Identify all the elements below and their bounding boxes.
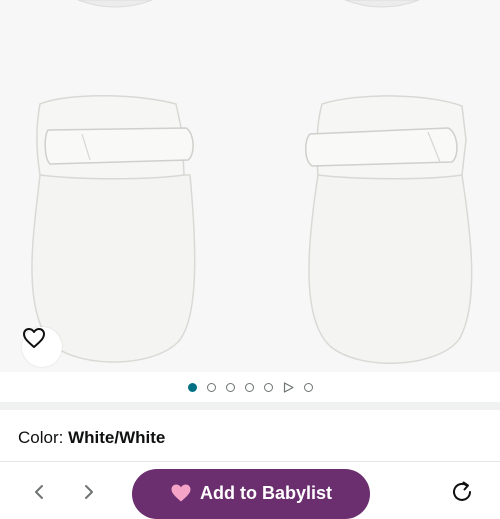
mittens-illustration [31,0,473,364]
heart-icon [171,484,191,502]
wishlist-button[interactable] [22,327,62,367]
chevron-left-icon [35,485,43,499]
carousel-dot-3[interactable] [225,382,235,392]
carousel-video-play-icon[interactable] [283,381,294,393]
previous-button[interactable] [32,484,46,500]
add-to-babylist-label: Add to Babylist [199,483,332,503]
carousel-dot-4[interactable] [244,382,254,392]
refresh-button[interactable] [449,479,475,505]
bottom-divider [0,461,500,462]
carousel-dot-7[interactable] [303,382,313,392]
color-variation-row: Color: White/White [18,427,165,449]
color-value: White/White [68,428,166,447]
next-button[interactable] [82,484,96,500]
refresh-icon [453,481,471,501]
heart-outline-icon [23,328,45,348]
color-label: Color: [18,428,64,447]
add-to-babylist-button[interactable]: Add to Babylist [132,469,370,519]
carousel-dot-2[interactable] [206,382,216,392]
product-image[interactable] [0,0,500,372]
image-carousel-indicator[interactable] [0,372,500,402]
section-separator [0,402,500,410]
carousel-dot-1[interactable] [187,382,197,392]
chevron-right-icon [85,485,93,499]
carousel-dot-5[interactable] [263,382,273,392]
